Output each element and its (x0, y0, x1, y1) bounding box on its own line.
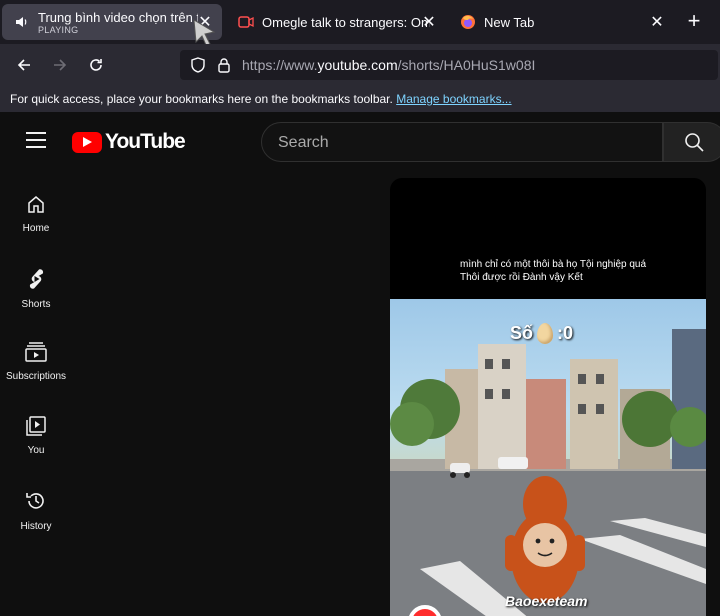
back-button[interactable] (10, 52, 38, 78)
tab-playing-status: PLAYING (38, 24, 79, 35)
close-icon[interactable]: ✕ (420, 13, 438, 31)
history-icon (26, 493, 44, 509)
screen: Trung bình video chọn trên tik PLAYING ✕… (0, 0, 720, 616)
score-label: Số (510, 323, 534, 343)
guide-item-shorts[interactable]: Shorts (0, 264, 72, 334)
shorts-player[interactable]: mình chỉ có một thôi bà họ Tội nghiệp qu… (390, 178, 706, 616)
tab-new-tab[interactable]: New Tab ✕ (448, 4, 674, 40)
video-caption: mình chỉ có một thôi bà họ Tội nghiệp qu… (460, 259, 647, 283)
guide-label: Subscriptions (5, 371, 67, 382)
manage-bookmarks-link[interactable]: Manage bookmarks... (396, 92, 511, 106)
guide-item-home[interactable]: Home (0, 190, 72, 260)
bookmarks-toolbar: For quick access, place your bookmarks h… (0, 86, 720, 112)
library-icon (26, 416, 46, 436)
guide-label: You (27, 445, 45, 456)
search-box (261, 122, 663, 162)
reload-icon (90, 59, 102, 71)
reload-button[interactable] (82, 52, 110, 78)
shield-icon[interactable] (190, 57, 206, 73)
navigation-toolbar: https://www.youtube.com/shorts/HA0HuS1w0… (0, 44, 720, 86)
url-text[interactable]: https://www.youtube.com/shorts/HA0HuS1w0… (242, 57, 535, 73)
youtube-play-icon (72, 131, 102, 153)
menu-icon[interactable] (26, 132, 46, 148)
guide-item-subscriptions[interactable]: Subscriptions (0, 338, 72, 408)
arrow-left-icon (17, 59, 30, 71)
video-camera-icon (238, 14, 254, 30)
arrow-right-icon (54, 59, 67, 71)
video-frame[interactable]: Số :0 Baoexeteam (390, 299, 706, 616)
firefox-icon (460, 14, 476, 30)
url-prefix: https://www. (242, 57, 318, 73)
search-button[interactable] (663, 122, 720, 162)
tab-title: Omegle talk to strangers: Omeg (262, 14, 430, 30)
guide-label: Home (22, 223, 50, 234)
egg-icon (537, 323, 554, 344)
guide-label: History (20, 521, 52, 532)
tab-title: Trung bình video chọn trên tik (38, 9, 198, 25)
address-bar[interactable]: https://www.youtube.com/shorts/HA0HuS1w0… (180, 50, 718, 80)
url-path: /shorts/HA0HuS1w08I (397, 57, 536, 73)
street-scene-illustration (390, 329, 706, 616)
guide-item-you[interactable]: You (0, 412, 72, 482)
mouse-cursor-icon (193, 19, 216, 46)
youtube-wordmark: YouTube (105, 130, 186, 153)
forward-button[interactable] (46, 52, 74, 78)
youtube-page: YouTube Home Shorts Subscriptions (0, 112, 720, 616)
tab-omegle[interactable]: Omegle talk to strangers: Omeg ✕ (226, 4, 446, 40)
score-overlay: Số :0 (510, 323, 573, 344)
speaker-icon[interactable] (14, 14, 30, 30)
lock-icon[interactable] (216, 57, 232, 73)
home-icon (28, 196, 44, 213)
close-icon[interactable]: ✕ (648, 13, 666, 31)
url-host: youtube.com (317, 57, 398, 73)
subscriptions-icon (25, 342, 47, 362)
guide-item-history[interactable]: History (0, 486, 72, 556)
video-watermark: Baoexeteam (505, 593, 588, 609)
tab-tiktok-video[interactable]: Trung bình video chọn trên tik PLAYING ✕ (2, 4, 222, 40)
new-tab-button[interactable]: + (680, 10, 708, 34)
search-icon (685, 133, 704, 152)
shorts-icon (29, 269, 44, 289)
guide-label: Shorts (21, 299, 51, 310)
tab-strip: Trung bình video chọn trên tik PLAYING ✕… (0, 0, 720, 46)
tab-title: New Tab (484, 14, 535, 30)
youtube-logo[interactable]: YouTube (72, 130, 186, 154)
score-value: :0 (557, 323, 574, 343)
search-input[interactable] (278, 131, 648, 155)
bookmarks-message: For quick access, place your bookmarks h… (10, 92, 393, 106)
